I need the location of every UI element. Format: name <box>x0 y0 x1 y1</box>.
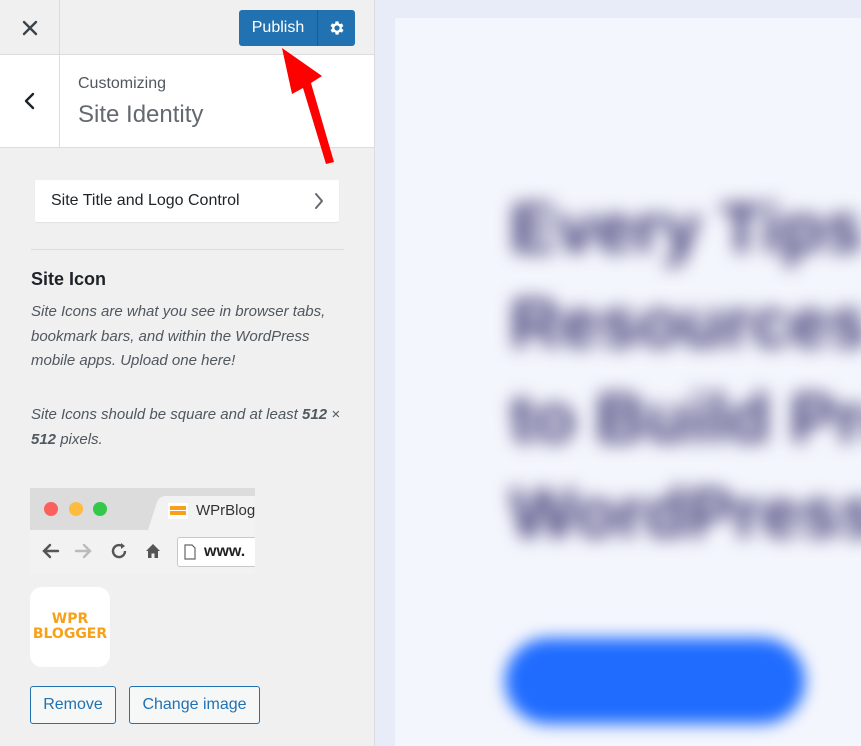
browser-tab-title: WPrBlogger <box>196 502 255 519</box>
preview-heading-line: Resources <box>510 284 861 362</box>
chevron-left-icon <box>24 92 34 110</box>
page-icon <box>184 544 196 560</box>
preview-heading-line: to Build Pro <box>510 379 861 457</box>
favicon-icon <box>168 502 188 519</box>
url-bar: www. <box>177 537 255 567</box>
breadcrumb: Customizing <box>78 75 167 92</box>
control-label: Site Title and Logo Control <box>51 192 240 209</box>
browser-tab-content: WPrBlogger <box>168 502 255 519</box>
back-button[interactable] <box>0 55 60 147</box>
maximize-dot <box>93 502 107 516</box>
home-icon <box>146 544 160 558</box>
reload-icon <box>111 543 127 559</box>
close-icon <box>22 20 37 35</box>
divider <box>31 249 344 250</box>
close-button[interactable] <box>0 0 60 55</box>
site-preview[interactable]: Every Tips a Resources to Build Pro Word… <box>375 0 861 746</box>
site-icon-heading: Site Icon <box>31 269 107 289</box>
preview-cta-button <box>505 638 805 724</box>
gear-icon <box>330 21 344 35</box>
preview-heading-line: WordPress <box>510 474 861 552</box>
site-title-logo-control[interactable]: Site Title and Logo Control <box>35 180 339 222</box>
site-icon-preview: WPR BLOGGER <box>30 587 110 667</box>
browser-preview: WPrBlogger www. <box>30 488 255 574</box>
logo-text-line1: WPR <box>51 611 89 627</box>
logo-text-line2: BLOGGER <box>32 626 108 642</box>
browser-navbar: www. <box>30 530 255 574</box>
browser-tabbar: WPrBlogger <box>30 488 255 530</box>
remove-button[interactable]: Remove <box>30 686 116 724</box>
panel-title: Site Identity <box>78 101 204 128</box>
preview-page: Every Tips a Resources to Build Pro Word… <box>395 18 861 746</box>
site-icon-size-note: Site Icons should be square and at least… <box>31 406 340 448</box>
close-dot <box>44 502 58 516</box>
minimize-dot <box>69 502 83 516</box>
preview-heading-line: Every Tips a <box>510 189 861 267</box>
back-arrow-icon <box>42 543 60 559</box>
chevron-right-icon <box>315 193 323 209</box>
change-image-button[interactable]: Change image <box>129 686 260 724</box>
forward-arrow-icon <box>74 543 92 559</box>
annotation-arrow-icon <box>282 48 334 164</box>
site-icon-description: Site Icons are what you see in browser t… <box>31 303 326 369</box>
url-text: www. <box>204 543 246 560</box>
